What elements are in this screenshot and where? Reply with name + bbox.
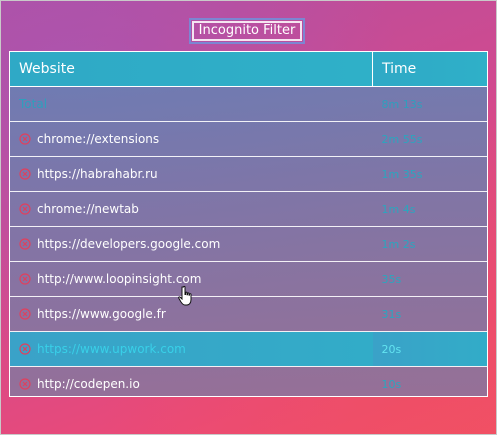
remove-circle-x-icon[interactable] (19, 168, 31, 180)
table-row: chrome://extensions 2m 55s (10, 121, 487, 157)
remove-circle-x-icon[interactable] (19, 203, 31, 215)
table-row-highlighted[interactable]: https://www.upwork.com 20s (10, 331, 487, 367)
site-time: 1m 35s (372, 156, 487, 192)
table-row: http://codepen.io 10s (10, 367, 487, 402)
site-time: 20s (372, 331, 487, 367)
site-url: https://www.google.fr (37, 307, 166, 321)
site-url: chrome://extensions (37, 132, 160, 146)
table-header-row: Website Time (10, 52, 487, 87)
remove-circle-x-icon[interactable] (19, 238, 31, 250)
site-time: 35s (372, 261, 487, 297)
remove-circle-x-icon[interactable] (19, 273, 31, 285)
remove-circle-x-icon[interactable] (19, 378, 31, 390)
site-url: http://www.loopinsight.com (37, 272, 202, 286)
site-time: 1m 4s (372, 191, 487, 227)
time-column-header: Time (372, 52, 487, 87)
table-row: chrome://newtab 1m 4s (10, 191, 487, 227)
site-time: 31s (372, 296, 487, 332)
table-row: http://www.loopinsight.com 35s (10, 261, 487, 297)
incognito-filter-button[interactable]: Incognito Filter (189, 18, 305, 44)
table-row: https://www.google.fr 31s (10, 296, 487, 332)
remove-circle-x-icon[interactable] (19, 308, 31, 320)
total-time: 8m 13s (372, 86, 487, 122)
site-url: https://developers.google.com (37, 237, 221, 251)
hand-pointer-icon (178, 285, 192, 306)
site-cell: http://codepen.io (10, 367, 373, 402)
remove-circle-x-icon[interactable] (19, 343, 31, 355)
total-row: Total 8m 13s (10, 86, 487, 122)
site-cell: https://www.upwork.com (10, 331, 373, 367)
site-cell: chrome://newtab (10, 191, 373, 227)
site-time: 1m 2s (372, 226, 487, 262)
site-time: 10s (381, 377, 402, 391)
site-cell: https://developers.google.com (10, 226, 373, 262)
site-cell: https://habrahabr.ru (10, 156, 373, 192)
site-url: https://habrahabr.ru (37, 167, 158, 181)
site-cell: chrome://extensions (10, 121, 373, 157)
site-url: http://codepen.io (37, 377, 140, 391)
site-time-table-grid: Website Time Total 8m 13s chrome://exten… (10, 52, 487, 401)
remove-circle-x-icon[interactable] (19, 133, 31, 145)
table-row: https://habrahabr.ru 1m 35s (10, 156, 487, 192)
site-time: 2m 55s (372, 121, 487, 157)
table-row: https://developers.google.com 1m 2s (10, 226, 487, 262)
site-time-table: Website Time Total 8m 13s chrome://exten… (9, 51, 488, 397)
site-url: https://www.upwork.com (37, 342, 186, 356)
site-url: chrome://newtab (37, 202, 139, 216)
total-label: Total (10, 86, 373, 122)
website-column-header: Website (10, 52, 373, 87)
